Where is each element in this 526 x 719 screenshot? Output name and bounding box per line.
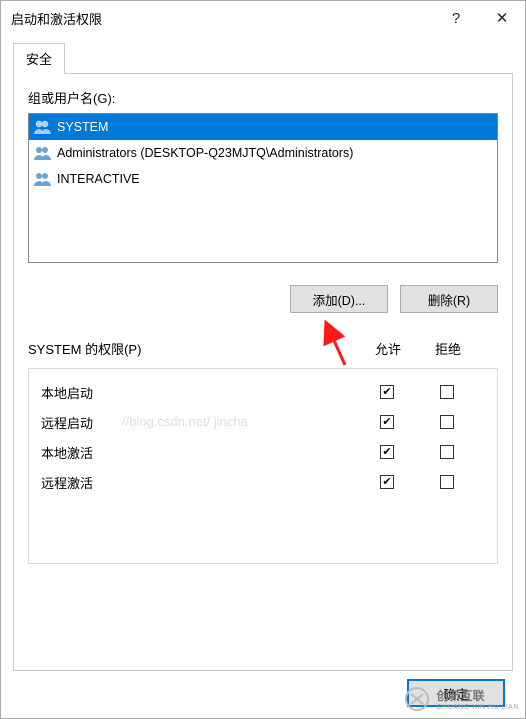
perm-allow-checkbox[interactable] (380, 445, 394, 459)
perm-row: 本地启动 (29, 377, 497, 407)
users-icon (33, 170, 53, 188)
perm-deny-checkbox[interactable] (440, 385, 454, 399)
list-item-label: INTERACTIVE (57, 172, 140, 186)
brand-text: 创新互联 (436, 687, 519, 704)
perm-deny-checkbox[interactable] (440, 445, 454, 459)
perm-allow-checkbox[interactable] (380, 475, 394, 489)
window-title: 启动和激活权限 (11, 9, 433, 28)
users-group-label: 组或用户名(G): (28, 88, 498, 107)
permissions-box: 本地启动 远程启动 本地激活 远程激活 (28, 368, 498, 564)
tab-security[interactable]: 安全 (13, 43, 65, 74)
titlebar: 启动和激活权限 ? ✕ (1, 1, 525, 35)
list-item-label: SYSTEM (57, 120, 108, 134)
perm-row: 远程启动 (29, 407, 497, 437)
perm-col-deny: 拒绝 (418, 339, 478, 358)
brand-logo-icon (404, 686, 430, 712)
users-icon (33, 144, 53, 162)
remove-button[interactable]: 删除(R) (400, 285, 498, 313)
tab-panel-security: 组或用户名(G): SYSTEM Administrators (DESKTOP… (13, 73, 513, 671)
perm-allow-checkbox[interactable] (380, 385, 394, 399)
help-button[interactable]: ? (433, 1, 479, 35)
users-listbox[interactable]: SYSTEM Administrators (DESKTOP-Q23MJTQ\A… (28, 113, 498, 263)
perm-col-allow: 允许 (358, 339, 418, 358)
perm-row: 本地激活 (29, 437, 497, 467)
list-item[interactable]: SYSTEM (29, 114, 497, 140)
list-item-label: Administrators (DESKTOP-Q23MJTQ\Administ… (57, 146, 353, 160)
perm-name: 远程启动 (41, 413, 357, 432)
add-button[interactable]: 添加(D)... (290, 285, 388, 313)
perm-allow-checkbox[interactable] (380, 415, 394, 429)
footer-brand: 创新互联 CHUANG XIN HU LIAN (404, 686, 519, 712)
brand-sub: CHUANG XIN HU LIAN (436, 704, 519, 711)
users-icon (33, 118, 53, 136)
close-button[interactable]: ✕ (479, 1, 525, 35)
perm-name: 本地激活 (41, 443, 357, 462)
perm-row: 远程激活 (29, 467, 497, 497)
perm-deny-checkbox[interactable] (440, 475, 454, 489)
perm-name: 远程激活 (41, 473, 357, 492)
perm-name: 本地启动 (41, 383, 357, 402)
perm-deny-checkbox[interactable] (440, 415, 454, 429)
list-item[interactable]: INTERACTIVE (29, 166, 497, 192)
list-item[interactable]: Administrators (DESKTOP-Q23MJTQ\Administ… (29, 140, 497, 166)
